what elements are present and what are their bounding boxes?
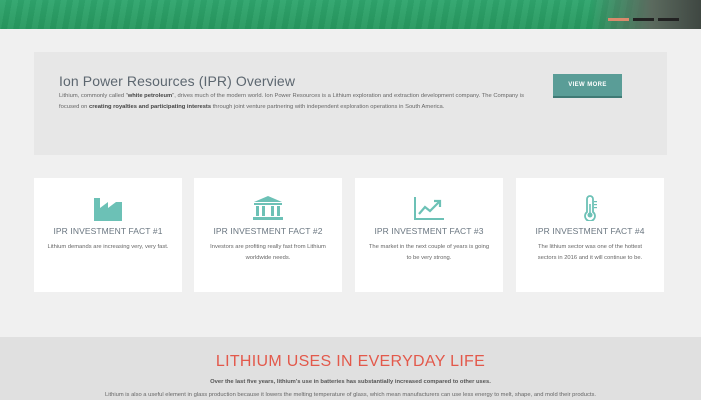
slider-dot-1[interactable] (608, 18, 629, 21)
overview-text-part-1: Lithium, commonly called " (59, 93, 128, 99)
slider-pagination (608, 18, 679, 21)
trend-chart-icon (355, 195, 503, 221)
overview-text-bold-2: creating royalties and participating int… (88, 104, 212, 111)
fact-title: IPR INVESTMENT FACT #1 (53, 226, 163, 236)
overview-title: Ion Power Resources (IPR) Overview (59, 73, 296, 89)
slider-dot-2[interactable] (633, 18, 654, 21)
fact-text: The market in the next couple of years i… (368, 244, 490, 261)
fact-title: IPR INVESTMENT FACT #3 (374, 226, 484, 236)
overview-text: Lithium, commonly called "white petroleu… (59, 91, 524, 113)
fact-card-4: IPR INVESTMENT FACT #4 The lithium secto… (516, 178, 664, 292)
uses-lead-text: Over the last five years, lithium's use … (210, 379, 491, 385)
fact-title: IPR INVESTMENT FACT #4 (535, 226, 645, 236)
fact-text: Lithium demands are increasing very, ver… (47, 244, 169, 250)
fact-card-2: IPR INVESTMENT FACT #2 Investors are pro… (194, 178, 342, 292)
overview-panel: Ion Power Resources (IPR) Overview Lithi… (34, 52, 667, 155)
overview-text-part-3: through joint venture partnering with in… (211, 104, 445, 111)
fact-card-1: IPR INVESTMENT FACT #1 Lithium demands a… (34, 178, 182, 292)
view-more-button[interactable]: VIEW MORE (553, 74, 622, 96)
fact-card-3: IPR INVESTMENT FACT #3 The market in the… (355, 178, 503, 292)
fact-title: IPR INVESTMENT FACT #2 (213, 226, 323, 236)
uses-title: LITHIUM USES IN EVERYDAY LIFE (215, 353, 486, 370)
thermometer-icon (516, 195, 664, 221)
hero-banner (0, 0, 701, 29)
overview-text-bold-1: white petroleum (127, 93, 173, 99)
hero-image-edge (591, 0, 701, 29)
slider-dot-3[interactable] (658, 18, 679, 21)
factory-icon (34, 195, 182, 221)
fact-text: Investors are profiting really fast from… (210, 244, 326, 261)
fact-text: The lithium sector was one of the hottes… (537, 244, 643, 261)
lithium-uses-section: LITHIUM USES IN EVERYDAY LIFE Over the l… (0, 337, 701, 400)
bank-icon (194, 195, 342, 221)
uses-body-text: Lithium is also a useful element in glas… (104, 392, 597, 398)
